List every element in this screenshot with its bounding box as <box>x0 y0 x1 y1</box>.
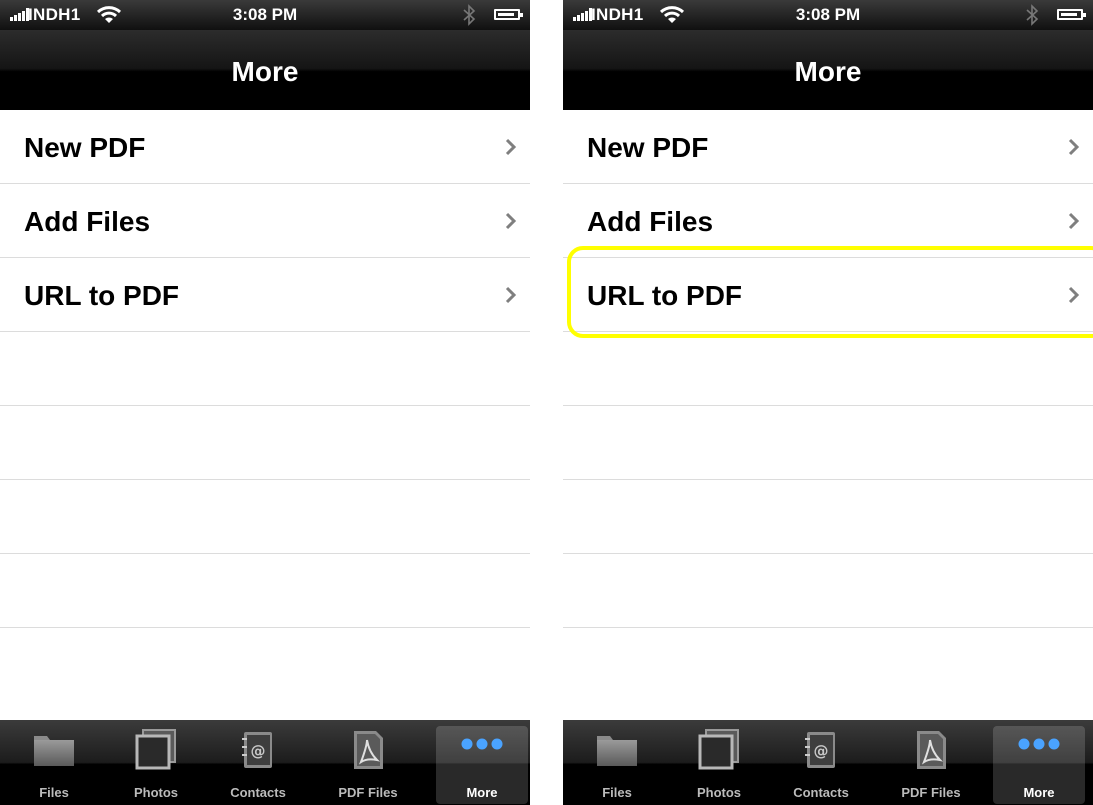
photos-icon <box>698 729 739 770</box>
tab-photos[interactable]: Photos <box>673 726 765 804</box>
tab-more[interactable]: More <box>993 726 1085 804</box>
tab-label: PDF Files <box>338 785 398 800</box>
tab-pdf-files[interactable]: PDF Files <box>322 726 414 804</box>
tab-label: Contacts <box>230 785 286 800</box>
more-icon <box>1018 738 1060 750</box>
chevron-right-icon <box>505 138 517 156</box>
battery-icon <box>494 9 523 20</box>
menu-item-label: URL to PDF <box>24 280 180 311</box>
more-icon <box>461 738 503 750</box>
tab-more[interactable]: More <box>436 726 528 804</box>
status-time: 3:08 PM <box>795 5 861 24</box>
tab-label: Contacts <box>793 785 849 800</box>
chevron-right-icon <box>505 286 517 304</box>
tab-label: Files <box>602 785 632 800</box>
folder-icon <box>597 736 637 766</box>
empty-row <box>0 554 530 628</box>
contacts-icon: @ <box>242 732 272 768</box>
tab-label: More <box>466 785 498 800</box>
empty-row <box>0 406 530 480</box>
page-title: More <box>794 56 862 87</box>
menu-item-label: New PDF <box>587 132 709 163</box>
nav-bar: More <box>563 30 1093 110</box>
more-menu-list: New PDF Add Files URL to PDF <box>0 110 530 720</box>
menu-item-url-to-pdf[interactable]: URL to PDF <box>0 258 530 332</box>
tab-pdf-files[interactable]: PDF Files <box>885 726 977 804</box>
empty-row <box>0 628 530 701</box>
menu-item-label: URL to PDF <box>587 280 743 311</box>
pdf-file-icon <box>917 731 946 769</box>
menu-item-add-files[interactable]: Add Files <box>0 184 530 258</box>
menu-item-new-pdf[interactable]: New PDF <box>563 110 1093 184</box>
menu-item-label: Add Files <box>587 206 714 237</box>
photos-icon <box>135 729 176 770</box>
tab-files[interactable]: Files <box>8 726 100 804</box>
empty-row <box>563 554 1093 628</box>
pdf-file-icon <box>354 731 383 769</box>
tab-files[interactable]: Files <box>571 726 663 804</box>
bluetooth-icon <box>1026 4 1039 26</box>
menu-item-url-to-pdf[interactable]: URL to PDF <box>563 258 1093 332</box>
empty-row <box>563 628 1093 701</box>
tab-bar: Files Photos @ Contacts PDF Files More <box>563 720 1093 805</box>
contacts-icon: @ <box>805 732 835 768</box>
tab-label: Photos <box>133 785 179 800</box>
tab-contacts[interactable]: @ Contacts <box>775 726 867 804</box>
chevron-right-icon <box>1068 138 1080 156</box>
phone-screen-right: INDH1 3:08 PM More New PDF Add Files URL… <box>563 0 1093 805</box>
empty-row <box>0 480 530 554</box>
menu-item-new-pdf[interactable]: New PDF <box>0 110 530 184</box>
more-menu-list: New PDF Add Files URL to PDF <box>563 110 1093 720</box>
svg-text:@: @ <box>814 742 829 760</box>
page-title: More <box>231 56 299 87</box>
chevron-right-icon <box>505 212 517 230</box>
folder-icon <box>34 736 74 766</box>
battery-icon <box>1057 9 1086 20</box>
menu-item-label: Add Files <box>24 206 151 237</box>
chevron-right-icon <box>1068 212 1080 230</box>
empty-row <box>0 332 530 406</box>
empty-row <box>563 480 1093 554</box>
tab-label: PDF Files <box>901 785 961 800</box>
empty-row <box>563 332 1093 406</box>
tab-label: More <box>1023 785 1055 800</box>
status-bar: INDH1 3:08 PM <box>563 0 1093 30</box>
tab-label: Photos <box>696 785 742 800</box>
chevron-right-icon <box>1068 286 1080 304</box>
tab-bar: Files Photos @ Contacts PDF Files More <box>0 720 530 805</box>
menu-item-add-files[interactable]: Add Files <box>563 184 1093 258</box>
bluetooth-icon <box>463 4 476 26</box>
svg-text:@: @ <box>251 742 266 760</box>
empty-row <box>563 406 1093 480</box>
menu-item-label: New PDF <box>24 132 146 163</box>
status-bar: INDH1 3:08 PM <box>0 0 530 30</box>
tab-contacts[interactable]: @ Contacts <box>212 726 304 804</box>
tab-label: Files <box>39 785 69 800</box>
nav-bar: More <box>0 30 530 110</box>
tab-photos[interactable]: Photos <box>110 726 202 804</box>
phone-screen-left: INDH1 3:08 PM More New PDF Add Files URL… <box>0 0 530 805</box>
status-time: 3:08 PM <box>232 5 298 24</box>
